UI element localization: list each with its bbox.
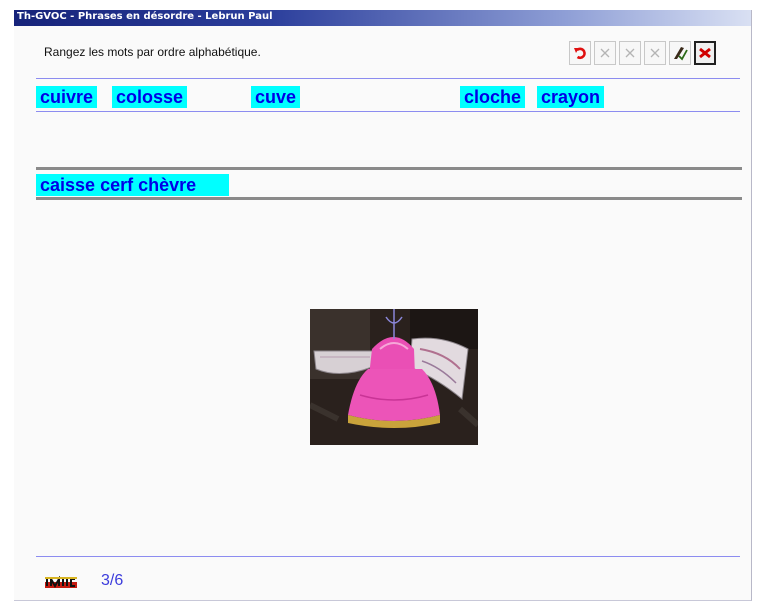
undo-icon [574, 47, 586, 60]
answer-bottom-line [36, 197, 742, 200]
source-word-cuivre[interactable]: cuivre [36, 86, 98, 108]
x-icon [625, 48, 635, 58]
footer-line [36, 556, 740, 557]
source-word-cloche[interactable]: cloche [460, 86, 526, 108]
exit-button[interactable] [694, 41, 716, 65]
clear-button-3[interactable] [644, 41, 666, 65]
jmc-logo [45, 575, 77, 590]
source-top-line [36, 78, 740, 79]
answer-word-cerf[interactable]: cerf [100, 175, 133, 195]
window-title: Th-GVOC - Phrases en désordre - Lebrun P… [17, 11, 273, 22]
clear-button-1[interactable] [594, 41, 616, 65]
x-icon [650, 48, 660, 58]
instruction-text: Rangez les mots par ordre alphabétique. [44, 45, 261, 59]
answer-word-chevre[interactable]: chèvre [138, 175, 196, 195]
bell-photo [310, 309, 478, 445]
exit-icon [699, 47, 711, 59]
clear-button-2[interactable] [619, 41, 641, 65]
pencil-check-icon [674, 47, 688, 61]
answer-area: caisse cerf chèvre [36, 174, 229, 196]
x-icon [600, 48, 610, 58]
source-word-crayon[interactable]: crayon [537, 86, 605, 108]
source-word-colosse[interactable]: colosse [112, 86, 188, 108]
answer-word-caisse[interactable]: caisse [40, 175, 95, 195]
app-window: Th-GVOC - Phrases en désordre - Lebrun P… [14, 10, 752, 601]
title-bar[interactable]: Th-GVOC - Phrases en désordre - Lebrun P… [14, 10, 751, 26]
source-bottom-line [36, 111, 740, 112]
undo-button[interactable] [569, 41, 591, 65]
progress-counter: 3/6 [101, 572, 124, 589]
answer-top-line [36, 167, 742, 170]
check-button[interactable] [669, 41, 691, 65]
source-word-cuve[interactable]: cuve [251, 86, 301, 108]
